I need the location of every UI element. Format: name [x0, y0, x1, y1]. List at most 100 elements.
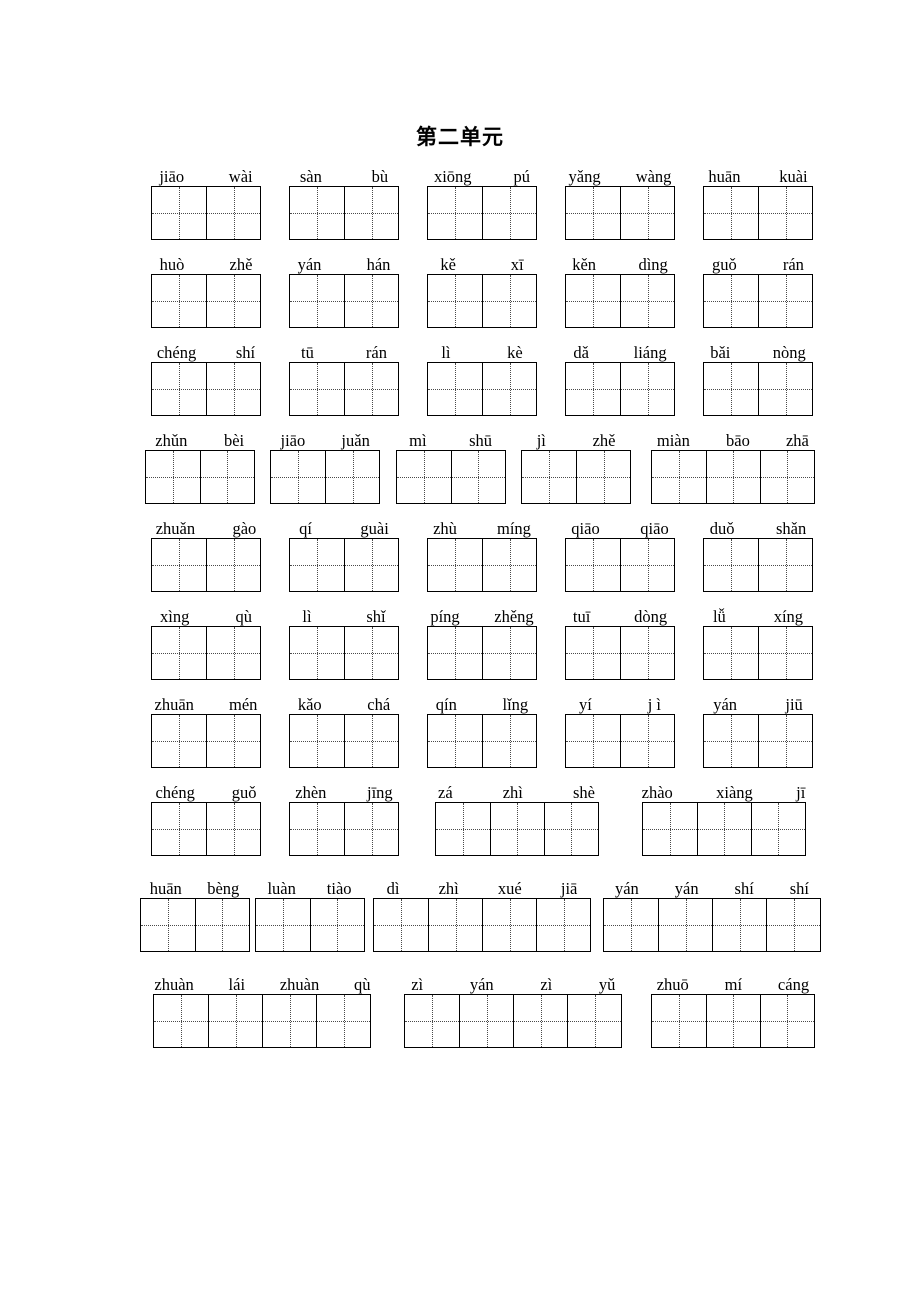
- character-cell[interactable]: [566, 539, 620, 591]
- character-grid[interactable]: [151, 538, 261, 592]
- character-cell[interactable]: [325, 451, 380, 503]
- character-cell[interactable]: [262, 995, 317, 1047]
- character-cell[interactable]: [154, 995, 209, 1047]
- character-grid[interactable]: [703, 362, 813, 416]
- character-grid[interactable]: [703, 714, 813, 768]
- character-grid[interactable]: [153, 994, 372, 1048]
- character-cell[interactable]: [651, 451, 706, 503]
- character-cell[interactable]: [704, 539, 758, 591]
- character-grid[interactable]: [144, 450, 255, 504]
- character-grid[interactable]: [151, 186, 261, 240]
- character-grid[interactable]: [289, 538, 399, 592]
- character-grid[interactable]: [151, 626, 261, 680]
- character-grid[interactable]: [373, 898, 591, 952]
- character-grid[interactable]: [521, 450, 632, 504]
- character-cell[interactable]: [704, 363, 758, 415]
- character-cell[interactable]: [758, 275, 812, 327]
- character-grid[interactable]: [289, 802, 399, 856]
- character-cell[interactable]: [489, 803, 544, 855]
- character-cell[interactable]: [704, 715, 758, 767]
- character-cell[interactable]: [344, 803, 398, 855]
- character-cell[interactable]: [543, 803, 598, 855]
- character-cell[interactable]: [566, 275, 620, 327]
- character-cell[interactable]: [482, 539, 536, 591]
- character-cell[interactable]: [620, 715, 674, 767]
- character-cell[interactable]: [513, 995, 568, 1047]
- character-grid[interactable]: [603, 898, 821, 952]
- character-cell[interactable]: [450, 451, 505, 503]
- character-cell[interactable]: [396, 451, 451, 503]
- character-grid[interactable]: [289, 714, 399, 768]
- character-cell[interactable]: [758, 539, 812, 591]
- character-cell[interactable]: [316, 995, 371, 1047]
- character-cell[interactable]: [405, 995, 460, 1047]
- character-cell[interactable]: [566, 187, 620, 239]
- character-cell[interactable]: [206, 627, 260, 679]
- character-cell[interactable]: [428, 899, 482, 951]
- character-cell[interactable]: [705, 995, 760, 1047]
- character-grid[interactable]: [565, 362, 675, 416]
- character-cell[interactable]: [206, 715, 260, 767]
- character-grid[interactable]: [565, 626, 675, 680]
- character-grid[interactable]: [650, 994, 815, 1048]
- character-cell[interactable]: [206, 187, 260, 239]
- character-grid[interactable]: [289, 274, 399, 328]
- character-grid[interactable]: [395, 450, 506, 504]
- character-cell[interactable]: [428, 363, 482, 415]
- character-grid[interactable]: [151, 802, 261, 856]
- character-cell[interactable]: [145, 451, 200, 503]
- character-cell[interactable]: [658, 899, 712, 951]
- character-grid[interactable]: [703, 186, 813, 240]
- character-cell[interactable]: [567, 995, 622, 1047]
- character-grid[interactable]: [289, 626, 399, 680]
- character-cell[interactable]: [704, 187, 758, 239]
- character-cell[interactable]: [620, 539, 674, 591]
- character-cell[interactable]: [206, 803, 260, 855]
- character-cell[interactable]: [290, 539, 344, 591]
- character-cell[interactable]: [620, 627, 674, 679]
- character-cell[interactable]: [758, 187, 812, 239]
- character-cell[interactable]: [309, 899, 364, 951]
- character-cell[interactable]: [522, 451, 577, 503]
- character-cell[interactable]: [712, 899, 766, 951]
- character-cell[interactable]: [705, 451, 760, 503]
- character-grid[interactable]: [289, 186, 399, 240]
- character-cell[interactable]: [576, 451, 631, 503]
- character-cell[interactable]: [140, 899, 195, 951]
- character-grid[interactable]: [565, 274, 675, 328]
- character-cell[interactable]: [271, 451, 326, 503]
- character-cell[interactable]: [482, 627, 536, 679]
- character-cell[interactable]: [704, 275, 758, 327]
- character-cell[interactable]: [482, 715, 536, 767]
- character-cell[interactable]: [344, 539, 398, 591]
- character-grid[interactable]: [703, 274, 813, 328]
- character-grid[interactable]: [404, 994, 623, 1048]
- character-grid[interactable]: [427, 538, 537, 592]
- character-grid[interactable]: [151, 362, 261, 416]
- character-cell[interactable]: [374, 899, 428, 951]
- character-cell[interactable]: [620, 275, 674, 327]
- character-cell[interactable]: [696, 803, 751, 855]
- character-cell[interactable]: [428, 539, 482, 591]
- character-cell[interactable]: [566, 363, 620, 415]
- character-cell[interactable]: [566, 715, 620, 767]
- character-cell[interactable]: [482, 363, 536, 415]
- character-grid[interactable]: [650, 450, 815, 504]
- character-cell[interactable]: [651, 995, 706, 1047]
- character-cell[interactable]: [750, 803, 805, 855]
- character-cell[interactable]: [290, 715, 344, 767]
- character-grid[interactable]: [270, 450, 381, 504]
- character-grid[interactable]: [139, 898, 250, 952]
- character-grid[interactable]: [434, 802, 599, 856]
- character-grid[interactable]: [703, 538, 813, 592]
- character-cell[interactable]: [344, 187, 398, 239]
- character-cell[interactable]: [482, 275, 536, 327]
- character-cell[interactable]: [759, 451, 814, 503]
- character-grid[interactable]: [427, 274, 537, 328]
- character-cell[interactable]: [206, 275, 260, 327]
- character-cell[interactable]: [206, 539, 260, 591]
- character-cell[interactable]: [344, 715, 398, 767]
- character-grid[interactable]: [565, 714, 675, 768]
- character-cell[interactable]: [428, 275, 482, 327]
- character-cell[interactable]: [482, 187, 536, 239]
